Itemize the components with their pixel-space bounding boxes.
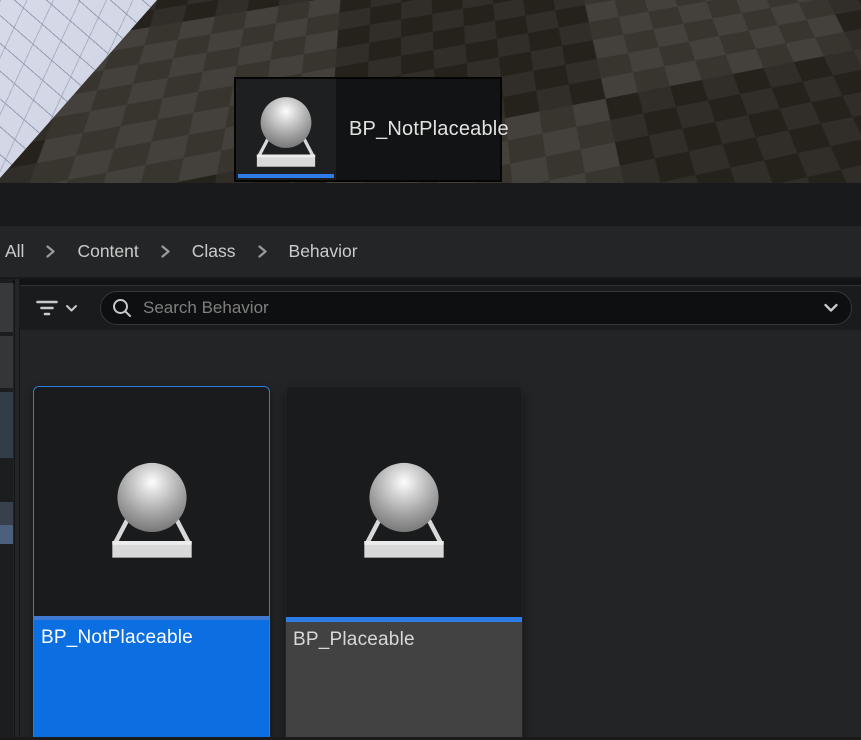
chevron-right-icon [160, 244, 171, 259]
asset-tile-bp-notplaceable[interactable]: BP_NotPlaceable Blueprint Class [33, 386, 270, 740]
drag-preview-label: BP_NotPlaceable [336, 79, 509, 180]
content-browser-toolbar [0, 183, 861, 226]
breadcrumb-item-class[interactable]: Class [192, 241, 236, 262]
asset-thumbnail [34, 387, 269, 616]
blueprint-class-color-bar [238, 174, 334, 178]
chevron-right-icon [45, 244, 56, 259]
search-box [100, 291, 852, 325]
unreal-editor-window: BP_NotPlaceable All Content Class Behavi… [0, 0, 861, 740]
asset-name: BP_NotPlaceable [41, 627, 262, 649]
asset-name: BP_Placeable [293, 629, 515, 651]
blueprint-class-icon [88, 445, 216, 573]
chevron-down-icon [65, 304, 78, 313]
asset-drag-preview: BP_NotPlaceable [234, 77, 502, 182]
search-options-chevron-down-icon[interactable] [823, 303, 839, 313]
breadcrumb-item-content[interactable]: Content [77, 241, 138, 262]
filter-button[interactable] [36, 293, 78, 323]
drag-preview-thumbnail [236, 79, 336, 180]
chevron-right-icon [257, 244, 268, 259]
sources-panel-item-fragment[interactable] [0, 283, 13, 332]
asset-tile-footer: BP_Placeable Blueprint Class [286, 622, 522, 740]
search-icon [111, 297, 133, 319]
breadcrumb: All Content Class Behavior [0, 226, 861, 279]
breadcrumb-item-all[interactable]: All [5, 241, 24, 262]
asset-thumbnail [286, 387, 522, 617]
blueprint-class-icon [239, 84, 333, 178]
asset-tile-footer: BP_NotPlaceable Blueprint Class [34, 620, 269, 740]
search-toolbar [19, 286, 861, 330]
filter-lines-icon [36, 299, 58, 317]
search-input[interactable] [141, 297, 823, 319]
asset-tile-bp-placeable[interactable]: BP_Placeable Blueprint Class [285, 386, 523, 740]
content-browser-body: BP_NotPlaceable Blueprint Class BP_Place… [0, 279, 861, 740]
asset-grid: BP_NotPlaceable Blueprint Class BP_Place… [0, 330, 861, 737]
breadcrumb-item-behavior[interactable]: Behavior [289, 241, 358, 262]
blueprint-class-icon [340, 445, 468, 573]
